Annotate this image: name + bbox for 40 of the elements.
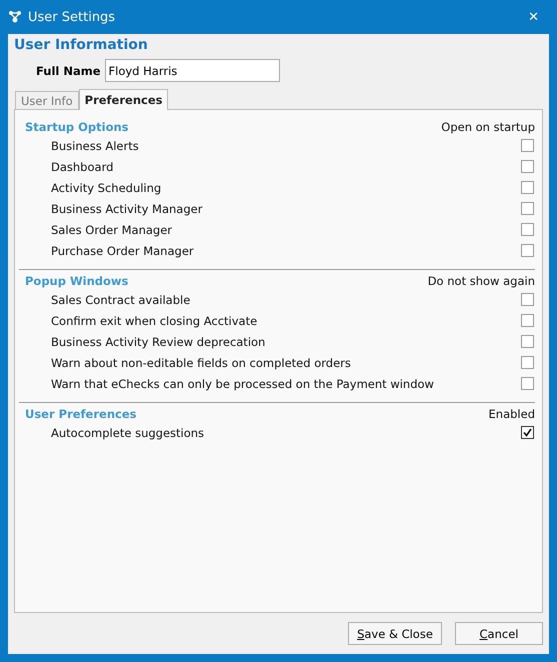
option-label: Activity Scheduling [51, 180, 162, 194]
option-label: Business Alerts [51, 138, 139, 152]
checkbox[interactable] [521, 223, 534, 236]
checkbox[interactable] [521, 335, 534, 348]
option-label: Business Activity Manager [51, 202, 202, 216]
full-name-field[interactable]: Floyd Harris [104, 59, 280, 82]
save-button[interactable]: Save & Close [348, 622, 442, 645]
option-label: Purchase Order Manager [51, 244, 194, 258]
checkbox[interactable] [521, 356, 534, 369]
option-label: Warn about non-editable fields on completed orders [51, 356, 351, 370]
field-label: Full Name [36, 64, 101, 78]
option-label: Confirm exit when closing Acctivate [51, 314, 258, 328]
section-heading: User Information [14, 36, 149, 55]
window-title: User Settings [28, 10, 116, 24]
checkbox[interactable] [521, 139, 534, 152]
tab[interactable]: User Info [15, 91, 79, 109]
group-title: User Preferences [25, 406, 136, 420]
checkbox[interactable] [521, 377, 534, 390]
checkbox[interactable] [521, 426, 534, 439]
option-label: Business Activity Review deprecation [51, 334, 266, 348]
group-title: Startup Options [25, 120, 129, 134]
checkbox[interactable] [521, 244, 534, 257]
group-title: Popup Windows [25, 274, 128, 288]
checkbox[interactable] [521, 314, 534, 327]
option-label: Autocomplete suggestions [51, 426, 204, 440]
option-label: Dashboard [51, 160, 114, 174]
users-icon [8, 10, 22, 24]
column-heading: Do not show again [428, 274, 535, 288]
option-label: Sales Order Manager [51, 222, 172, 236]
cancel-button[interactable]: Cancel [455, 622, 543, 645]
option-label: Warn that eChecks can only be processed on the Payment window [51, 376, 434, 390]
close-button[interactable]: ✕ [518, 10, 549, 24]
checkbox[interactable] [521, 293, 534, 306]
column-heading: Open on startup [441, 120, 535, 134]
tab[interactable]: Preferences [78, 89, 168, 110]
checkbox[interactable] [521, 160, 534, 173]
column-heading: Enabled [488, 406, 535, 420]
checkbox[interactable] [521, 181, 534, 194]
option-label: Sales Contract available [51, 292, 190, 306]
checkbox[interactable] [521, 202, 534, 215]
